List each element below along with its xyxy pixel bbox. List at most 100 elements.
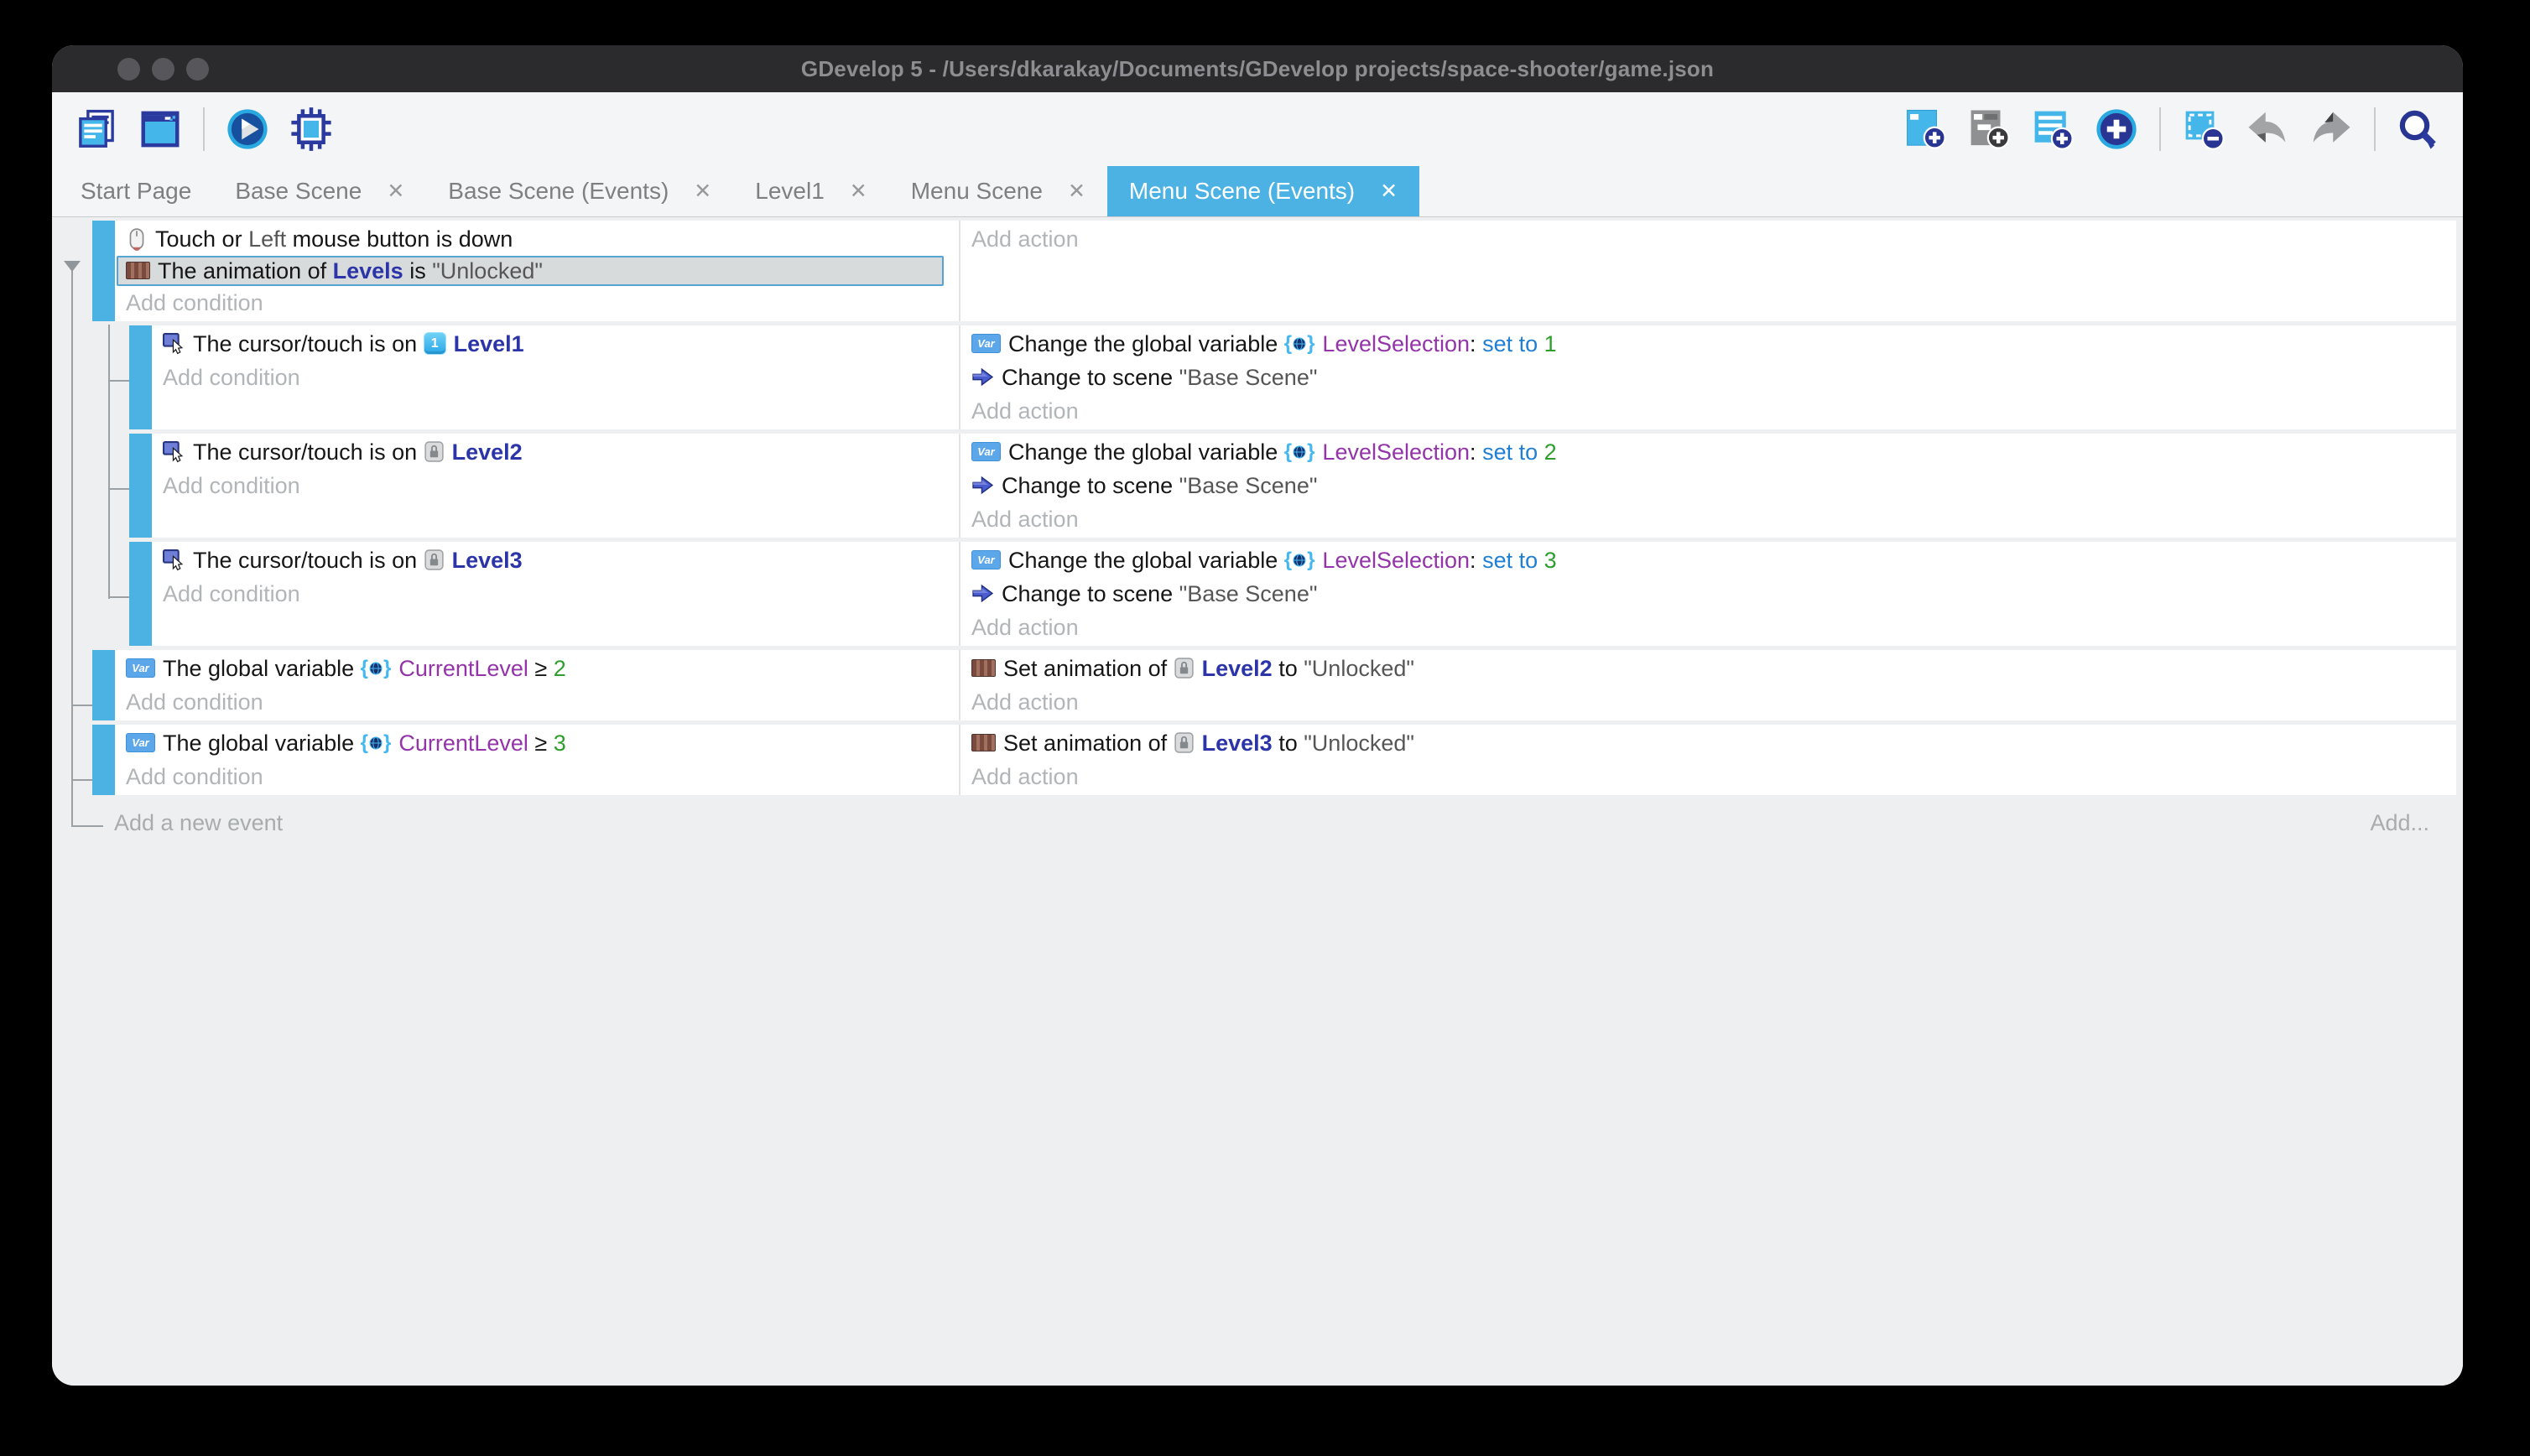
event-highlight-bar[interactable] xyxy=(129,542,152,646)
condition-row[interactable]: The cursor/touch is on Level3 xyxy=(152,543,959,577)
text-segment: "Base Scene" xyxy=(1179,473,1318,498)
action-row[interactable]: Change to scene "Base Scene" xyxy=(960,469,2456,502)
close-icon[interactable]: ✕ xyxy=(850,181,867,202)
tab-base-scene[interactable]: Base Scene ✕ xyxy=(213,166,426,216)
add-condition-button[interactable]: Add condition xyxy=(152,361,959,394)
text-segment: is xyxy=(403,258,433,283)
scene-arrow-icon xyxy=(971,584,994,603)
add-condition-button[interactable]: Add condition xyxy=(115,760,959,793)
add-more-button[interactable]: Add... xyxy=(2370,799,2429,846)
event-highlight-bar[interactable] xyxy=(92,221,115,321)
add-condition-button[interactable]: Add condition xyxy=(115,685,959,719)
action-row[interactable]: Change to scene "Base Scene" xyxy=(960,361,2456,394)
tab-menu-scene-events[interactable]: Menu Scene (Events)✕ xyxy=(1107,166,1419,216)
event-highlight-bar[interactable] xyxy=(92,650,115,720)
conditions-column: Touch or Left mouse button is downThe an… xyxy=(115,221,959,321)
event-highlight-bar[interactable] xyxy=(129,434,152,538)
redo-icon[interactable] xyxy=(2309,107,2354,152)
add-new-event-button[interactable]: Add a new event xyxy=(114,810,283,835)
condition-row[interactable]: Touch or Left mouse button is down xyxy=(115,222,959,256)
add-comment-icon[interactable] xyxy=(2030,107,2075,152)
scene-arrow-icon xyxy=(971,476,994,495)
text-segment: "Base Scene" xyxy=(1179,581,1318,606)
action-row[interactable]: Set animation of Level3 to "Unlocked" xyxy=(960,726,2456,760)
condition-row[interactable]: VarThe global variable {}CurrentLevel ≥ … xyxy=(115,652,959,685)
event-list: Touch or Left mouse button is downThe an… xyxy=(52,217,2463,795)
sub-event-block: The cursor/touch is on Level2Add conditi… xyxy=(129,434,2463,538)
text-segment: 2 xyxy=(1544,439,1557,465)
text-segment: Touch or xyxy=(155,226,248,252)
tab-menu-scene[interactable]: Menu Scene✕ xyxy=(889,166,1107,216)
add-action-button[interactable]: Add action xyxy=(960,685,2456,719)
text-segment: : xyxy=(1470,439,1482,465)
add-condition-button[interactable]: Add condition xyxy=(152,469,959,502)
text-segment: LevelSelection xyxy=(1322,439,1470,465)
close-icon[interactable]: ✕ xyxy=(1068,181,1085,202)
text-segment: Levels xyxy=(333,258,403,283)
scene-editor-icon[interactable] xyxy=(138,107,183,152)
add-action-button[interactable]: Add action xyxy=(960,611,2456,644)
action-row[interactable]: Change to scene "Base Scene" xyxy=(960,577,2456,611)
variable-badge-icon: Var xyxy=(971,550,1001,569)
add-action-button[interactable]: Add action xyxy=(960,760,2456,793)
condition-row[interactable]: VarThe global variable {}CurrentLevel ≥ … xyxy=(115,726,959,760)
search-icon[interactable] xyxy=(2396,107,2441,152)
level1-button-icon: 1 xyxy=(424,332,446,355)
tab-base-scene-events[interactable]: Base Scene (Events)✕ xyxy=(426,166,733,216)
add-action-button[interactable]: Add action xyxy=(960,222,2456,256)
tab-label: Base Scene xyxy=(235,178,362,205)
text-segment: Level3 xyxy=(1202,731,1273,756)
condition-row[interactable]: The cursor/touch is on Level2 xyxy=(152,435,959,469)
add-action-button[interactable]: Add action xyxy=(960,502,2456,536)
condition-row[interactable]: The cursor/touch is on 1Level1 xyxy=(152,327,959,361)
close-icon[interactable]: ✕ xyxy=(387,181,404,202)
action-row[interactable]: Set animation of Level2 to "Unlocked" xyxy=(960,652,2456,685)
close-button[interactable] xyxy=(117,58,140,81)
undo-icon[interactable] xyxy=(2245,107,2290,152)
text-segment: set to xyxy=(1482,548,1544,573)
add-subevent-icon[interactable] xyxy=(1966,107,2012,152)
delete-selection-icon[interactable] xyxy=(2181,107,2226,152)
event-highlight-bar[interactable] xyxy=(129,325,152,429)
global-variable-icon: {} xyxy=(361,658,392,679)
add-action-button[interactable]: Add action xyxy=(960,394,2456,428)
events-footer: Add a new event Add... xyxy=(92,799,2463,846)
add-event-icon[interactable] xyxy=(1903,107,1948,152)
text-segment: 3 xyxy=(554,731,566,756)
add-condition-button[interactable]: Add condition xyxy=(152,577,959,611)
add-circle-icon[interactable] xyxy=(2094,107,2139,152)
lock-icon xyxy=(424,549,445,571)
add-condition-button[interactable]: Add condition xyxy=(115,286,959,320)
preview-play-icon[interactable] xyxy=(225,107,270,152)
actions-column: VarChange the global variable {}LevelSel… xyxy=(959,434,2456,538)
project-manager-icon[interactable] xyxy=(74,107,119,152)
text-segment: CurrentLevel xyxy=(398,656,528,681)
text-segment: ≥ xyxy=(528,731,554,756)
action-row[interactable]: VarChange the global variable {}LevelSel… xyxy=(960,435,2456,469)
text-segment: Change the global variable xyxy=(1008,548,1284,573)
main-toolbar xyxy=(52,92,2463,166)
tab-label: Start Page xyxy=(81,178,191,205)
text-segment: Level2 xyxy=(1202,656,1273,681)
global-variable-icon: {} xyxy=(1284,550,1315,570)
variable-badge-icon: Var xyxy=(971,442,1001,461)
text-segment: 3 xyxy=(1544,548,1557,573)
action-row[interactable]: VarChange the global variable {}LevelSel… xyxy=(960,543,2456,577)
text-segment: mouse button is down xyxy=(286,226,513,252)
close-icon[interactable]: ✕ xyxy=(694,181,711,202)
close-icon[interactable]: ✕ xyxy=(1380,181,1398,202)
variable-badge-icon: Var xyxy=(126,658,155,678)
event-highlight-bar[interactable] xyxy=(92,725,115,795)
tab-start-page[interactable]: Start Page xyxy=(59,166,213,216)
conditions-column: The cursor/touch is on Level3Add conditi… xyxy=(152,542,959,646)
zoom-button[interactable] xyxy=(186,58,209,81)
text-segment: ≥ xyxy=(528,656,554,681)
debug-icon[interactable] xyxy=(289,107,334,152)
action-row[interactable]: VarChange the global variable {}LevelSel… xyxy=(960,327,2456,361)
text-segment: Level1 xyxy=(454,331,524,356)
condition-row[interactable]: The animation of Levels is "Unlocked" xyxy=(117,256,944,286)
lock-icon xyxy=(1174,657,1195,679)
event-block: VarThe global variable {}CurrentLevel ≥ … xyxy=(92,725,2463,795)
minimize-button[interactable] xyxy=(152,58,174,81)
tab-level1[interactable]: Level1✕ xyxy=(733,166,888,216)
